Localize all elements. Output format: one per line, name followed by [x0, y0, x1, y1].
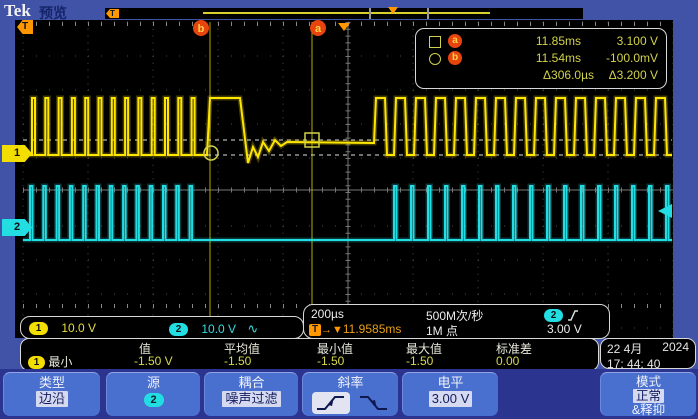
- menu-source-ch2-badge[interactable]: 2: [144, 393, 164, 407]
- falling-edge-icon[interactable]: [358, 393, 390, 413]
- menu-level-value[interactable]: 3.00 V: [429, 391, 473, 407]
- menu-coupling-button[interactable]: 耦合 噪声过滤: [204, 372, 298, 416]
- menu-source-button[interactable]: 源 2: [106, 372, 200, 416]
- menu-level-title: 电平: [403, 375, 498, 391]
- trigger-marker-icon: T: [106, 9, 119, 18]
- trigger-time: 11.9585ms: [343, 322, 401, 336]
- record-length: 1M 点: [426, 322, 458, 339]
- menu-coupling-title: 耦合: [205, 375, 298, 391]
- ch1-badge: 1: [29, 322, 48, 335]
- slope-rising-option[interactable]: [312, 392, 350, 414]
- menu-mode-button[interactable]: 模式 正常 &释抑: [600, 372, 696, 416]
- zoom-window-left-bracket: [369, 8, 371, 19]
- record-waveform-strip: [203, 12, 490, 14]
- trigger-source-group: 2: [544, 308, 580, 322]
- menu-type-value[interactable]: 边沿: [36, 391, 68, 407]
- cursor-delta-voltage: Δ3.200 V: [546, 68, 658, 82]
- trigger-level-readout: 3.00 V: [547, 322, 582, 336]
- timebase-trigger-box: 200µs 500M次/秒 2 T→▼11.9585ms 1M 点 3.00 V: [303, 304, 610, 339]
- cursor-delta-row: Δ306.0µs Δ3.200 V: [416, 67, 666, 84]
- trigger-slope-rising-icon: [566, 309, 580, 322]
- tek-logo: Tek: [4, 1, 31, 21]
- cursor-b-voltage: -100.0mV: [546, 51, 658, 65]
- meas-min: -1.50: [317, 354, 344, 368]
- cursor-b-label: b: [448, 51, 462, 65]
- menu-mode-title: 模式: [601, 375, 696, 389]
- cursor-a-square-icon: [429, 36, 441, 48]
- menu-type-button[interactable]: 类型 边沿: [3, 372, 100, 416]
- ch1-scale: 10.0 V: [61, 321, 96, 335]
- trigger-t-chip-icon: T: [309, 324, 321, 336]
- menu-coupling-value[interactable]: 噪声过滤: [222, 391, 280, 407]
- year-label: 2024: [662, 340, 689, 357]
- channel-scale-box: 1 10.0 V 2 10.0 V ∿: [20, 316, 304, 339]
- menu-mode-value[interactable]: 正常: [633, 389, 664, 403]
- ch2-badge: 2: [169, 323, 188, 336]
- trigger-source-badge: 2: [544, 309, 563, 322]
- meas-value: -1.50 V: [134, 354, 173, 368]
- menu-mode-value2: &释抑: [601, 403, 696, 417]
- datetime-box: 22 4月 2024 17: 44: 40: [600, 338, 696, 369]
- cursor-a-row: a 11.85ms 3.100 V: [416, 33, 666, 50]
- trigger-time-group: T→▼11.9585ms: [309, 322, 401, 336]
- trigger-position-icon: [388, 7, 398, 14]
- meas-max: -1.50: [406, 354, 433, 368]
- trigger-arrow-icon: →▼: [321, 324, 343, 336]
- meas-channel-badge-group: 1 最小: [28, 353, 72, 370]
- rising-edge-icon: [315, 393, 347, 413]
- cursor-readout-box: a 11.85ms 3.100 V b 11.54ms -100.0mV Δ30…: [415, 28, 667, 89]
- menu-slope-title: 斜率: [303, 375, 398, 391]
- meas-name: 最小: [48, 355, 72, 369]
- cursor-a-label: a: [448, 34, 462, 48]
- timebase-scale: 200µs: [311, 307, 344, 321]
- cursor-b-circle-icon: [429, 53, 441, 65]
- menu-type-title: 类型: [4, 375, 100, 391]
- meas-mean: -1.50: [224, 354, 251, 368]
- ch2-ac-coupling-icon: ∿: [247, 321, 258, 336]
- acquisition-preview-bar: T: [105, 8, 583, 19]
- cursor-b-row: b 11.54ms -100.0mV: [416, 50, 666, 67]
- menu-source-title: 源: [107, 375, 200, 391]
- softkey-menu: 类型 边沿 源 2 耦合 噪声过滤 斜率 电平 3.00 V 模式: [0, 369, 698, 419]
- measurement-bar: 值 平均值 最小值 最大值 标准差 1 最小 -1.50 V -1.50 -1.…: [20, 338, 599, 371]
- meas-ch1-badge: 1: [28, 356, 45, 369]
- oscilloscope-screen: { "header": { "logo": "Tek", "mode_label…: [0, 0, 698, 419]
- cursor-a-voltage: 3.100 V: [546, 34, 658, 48]
- menu-slope-button[interactable]: 斜率: [302, 372, 398, 416]
- ch2-scale: 10.0 V: [201, 322, 236, 336]
- meas-stddev: 0.00: [496, 354, 519, 368]
- menu-level-button[interactable]: 电平 3.00 V: [402, 372, 498, 416]
- date-label: 22 4月: [607, 340, 642, 357]
- zoom-window-right-bracket: [427, 8, 429, 19]
